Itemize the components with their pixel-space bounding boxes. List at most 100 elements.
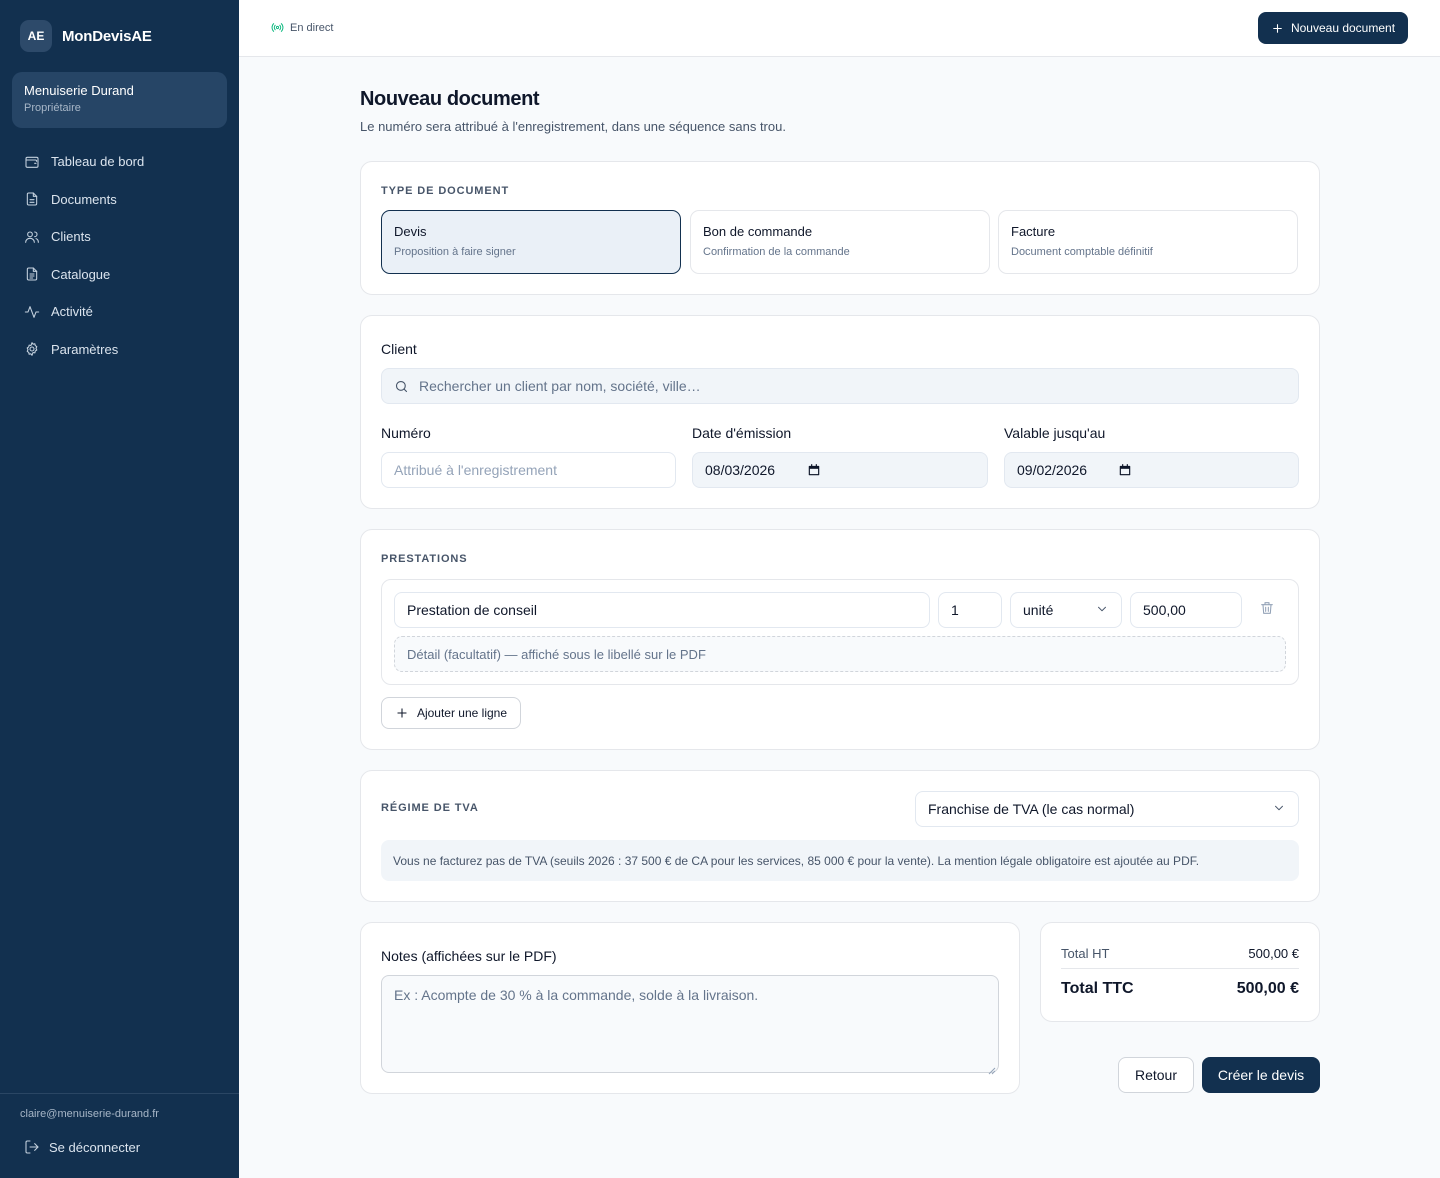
date-emission-value: 08/03/2026 [705, 462, 776, 478]
notes-placeholder: Ex : Acompte de 30 % à la commande, sold… [394, 987, 759, 1003]
delete-line-button[interactable] [1259, 600, 1277, 620]
tva-label: Régime de TVA [381, 802, 479, 814]
total-ht-value: 500,00 € [1248, 946, 1299, 961]
page-subtitle: Le numéro sera attribué à l'enregistreme… [360, 119, 786, 134]
calendar-icon[interactable] [1118, 463, 1132, 477]
sidebar-item-parametres[interactable]: Paramètres [0, 331, 239, 369]
type-option-name: Devis [394, 224, 427, 239]
sidebar-item-dashboard[interactable]: Tableau de bord [0, 143, 239, 181]
total-ttc-value: 500,00 € [1236, 980, 1299, 997]
prestations-label: Prestations [381, 553, 468, 565]
wallet-icon [25, 156, 39, 168]
type-option-name: Bon de commande [703, 224, 813, 239]
date-emission-label: Date d'émission [692, 425, 792, 441]
logout-icon [25, 1140, 39, 1154]
brand-name: MonDevisAE [62, 27, 152, 45]
prestation-line: Prestation de conseil 1 unité 500,00 Dét… [381, 579, 1299, 685]
activity-icon [24, 305, 40, 318]
organization-name: Menuiserie Durand [24, 83, 134, 98]
organization-role: Propriétaire [24, 102, 81, 114]
valid-until-value: 09/02/2026 [1017, 462, 1088, 478]
total-ttc-label: Total TTC [1061, 980, 1134, 997]
line-qty-input[interactable]: 1 [938, 592, 1002, 628]
line-unit-value: unité [1023, 602, 1054, 618]
tva-regime-select[interactable]: Franchise de TVA (le cas normal) [915, 791, 1299, 827]
tva-regime-value: Franchise de TVA (le cas normal) [928, 801, 1135, 817]
topbar: En direct Nouveau document [239, 0, 1440, 57]
line-price-input[interactable]: 500,00 [1130, 592, 1242, 628]
create-quote-button[interactable]: Créer le devis [1202, 1057, 1320, 1093]
back-button[interactable]: Retour [1118, 1057, 1194, 1093]
document-type-label: Type de document [381, 185, 510, 197]
resize-handle[interactable] [988, 1062, 996, 1075]
numero-label: Numéro [381, 425, 431, 441]
sidebar-item-catalogue[interactable]: Catalogue [0, 256, 239, 294]
numero-input[interactable]: Attribué à l'enregistrement [381, 452, 676, 488]
notes-label: Notes (affichées sur le PDF) [381, 948, 557, 964]
sidebar-item-label: Clients [51, 229, 91, 245]
tva-info: Vous ne facturez pas de TVA (seuils 2026… [381, 840, 1299, 881]
type-option-facture[interactable]: Facture Document comptable définitif [998, 210, 1298, 274]
totals-card: Total HT 500,00 € Total TTC 500,00 € [1040, 922, 1320, 1022]
plus-icon [397, 708, 407, 718]
line-unit-select[interactable]: unité [1010, 592, 1122, 628]
chevron-down-icon [1272, 801, 1286, 818]
new-document-button[interactable]: Nouveau document [1258, 12, 1408, 44]
line-label-input[interactable]: Prestation de conseil [394, 592, 930, 628]
sidebar-item-clients[interactable]: Clients [0, 218, 239, 256]
users-icon [25, 231, 39, 243]
document-icon [26, 192, 38, 206]
calendar-icon[interactable] [807, 463, 821, 477]
live-label: En direct [290, 21, 334, 34]
add-line-button[interactable]: Ajouter une ligne [381, 697, 521, 729]
valid-until-input[interactable]: 09/02/2026 [1004, 452, 1299, 488]
sidebar-item-activite[interactable]: Activité [0, 293, 239, 331]
total-ht-row: Total HT 500,00 € [1061, 946, 1299, 961]
date-emission-input[interactable]: 08/03/2026 [692, 452, 988, 488]
totals-divider [1061, 968, 1299, 969]
sidebar-item-label: Documents [51, 191, 117, 207]
type-option-bon-de-commande[interactable]: Bon de commande Confirmation de la comma… [690, 210, 990, 274]
user-email: claire@menuiserie-durand.fr [20, 1108, 159, 1120]
total-ht-label: Total HT [1061, 946, 1110, 961]
type-option-desc: Document comptable définitif [1011, 246, 1153, 258]
organization-card[interactable]: Menuiserie Durand Propriétaire [12, 72, 227, 128]
sidebar-nav: Tableau de bord Documents Clients Catalo… [0, 143, 239, 368]
notes-textarea[interactable]: Ex : Acompte de 30 % à la commande, sold… [381, 975, 999, 1075]
add-line-label: Ajouter une ligne [416, 706, 508, 720]
new-document-label: Nouveau document [1290, 21, 1396, 35]
chevron-down-icon [1095, 602, 1109, 619]
sidebar-item-label: Tableau de bord [51, 154, 145, 170]
logout-button[interactable]: Se déconnecter [24, 1139, 140, 1155]
client-search-input[interactable]: Rechercher un client par nom, société, v… [381, 368, 1299, 404]
type-option-devis[interactable]: Devis Proposition à faire signer [381, 210, 681, 274]
catalog-icon [26, 267, 38, 281]
document-type-card: Type de document Devis Proposition à fai… [360, 161, 1320, 295]
sidebar-item-label: Activité [51, 304, 93, 320]
sidebar-item-label: Paramètres [51, 341, 119, 357]
page-title: Nouveau document [360, 88, 540, 110]
client-search-placeholder: Rechercher un client par nom, société, v… [419, 378, 701, 394]
prestations-card: Prestations Prestation de conseil 1 unit… [360, 529, 1320, 750]
plus-icon [1273, 23, 1282, 33]
sidebar-item-label: Catalogue [51, 266, 111, 282]
sidebar-footer: claire@menuiserie-durand.fr Se déconnect… [0, 1093, 239, 1178]
tva-card: Régime de TVA Franchise de TVA (le cas n… [360, 770, 1320, 902]
sidebar: AE MonDevisAE Menuiserie Durand Propriét… [0, 0, 239, 1178]
client-label: Client [381, 341, 417, 357]
notes-card: Notes (affichées sur le PDF) Ex : Acompt… [360, 922, 1020, 1094]
type-option-desc: Proposition à faire signer [394, 246, 516, 258]
type-option-name: Facture [1011, 224, 1056, 239]
client-card: Client Rechercher un client par nom, soc… [360, 315, 1320, 509]
line-detail-input[interactable]: Détail (facultatif) — affiché sous le li… [394, 636, 1286, 672]
search-icon [395, 380, 408, 392]
logout-label: Se déconnecter [49, 1139, 141, 1155]
sidebar-item-documents[interactable]: Documents [0, 181, 239, 219]
live-indicator: En direct [271, 21, 333, 34]
broadcast-icon [271, 23, 284, 32]
brand[interactable]: AE MonDevisAE [20, 20, 152, 52]
trash-icon [1261, 602, 1273, 614]
brand-badge: AE [20, 20, 52, 52]
gear-icon [26, 342, 38, 357]
valid-until-label: Valable jusqu'au [1004, 425, 1106, 441]
